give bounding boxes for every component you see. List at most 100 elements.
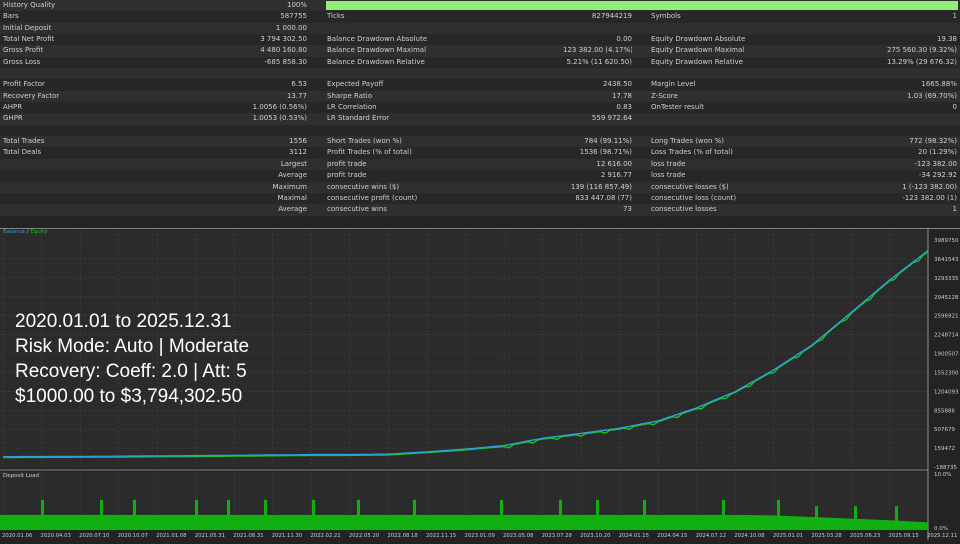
report-value: 1.0053 (0.53%) xyxy=(252,114,307,123)
deposit-load-spike xyxy=(357,499,360,530)
deposit-load-bar xyxy=(242,514,244,530)
deposit-load-bar xyxy=(430,514,432,530)
deposit-load-bar xyxy=(716,514,718,530)
report-value: 6.53 xyxy=(291,80,307,89)
deposit-load-bar xyxy=(334,514,336,530)
deposit-load-bar xyxy=(632,514,634,530)
y-tick-label: 3989750 xyxy=(934,238,959,244)
deposit-load-bar xyxy=(28,514,30,530)
deposit-load-bar xyxy=(548,514,550,530)
deposit-load-bar xyxy=(918,521,920,530)
report-label: consecutive losses ($) xyxy=(651,182,729,191)
report-label xyxy=(0,68,240,79)
deposit-load-bar xyxy=(286,514,288,530)
deposit-load-bar xyxy=(298,514,300,530)
report-label xyxy=(651,125,887,136)
deposit-load-bar xyxy=(768,515,770,530)
deposit-load-bar xyxy=(640,514,642,530)
deposit-load-bar xyxy=(236,514,238,530)
deposit-load-bar xyxy=(578,514,580,530)
deposit-load-bar xyxy=(410,514,412,530)
deposit-load-bar xyxy=(458,514,460,530)
deposit-load-bar xyxy=(756,515,758,530)
x-tick-label: 2023.01.09 xyxy=(465,533,495,539)
deposit-load-bar xyxy=(902,520,904,530)
deposit-load-bar xyxy=(862,519,864,530)
report-value xyxy=(240,125,307,136)
deposit-load-bar xyxy=(118,514,120,530)
report-label: consecutive profit (count) xyxy=(327,193,418,202)
deposit-load-bar xyxy=(260,514,262,530)
deposit-load-bar xyxy=(612,514,614,530)
deposit-load-bar xyxy=(700,514,702,530)
deposit-load-bar xyxy=(68,514,70,530)
report-row xyxy=(0,124,960,137)
report-label: Total Deals xyxy=(3,148,42,157)
deposit-load-bar xyxy=(376,514,378,530)
deposit-load-bar xyxy=(324,514,326,530)
deposit-load-bar xyxy=(546,514,548,530)
deposit-load-bar xyxy=(34,514,36,530)
deposit-load-bar xyxy=(516,514,518,530)
deposit-load-bar xyxy=(96,514,98,530)
deposit-load-bar xyxy=(416,514,418,530)
deposit-load-bar xyxy=(772,515,774,530)
deposit-load-bar xyxy=(796,516,798,530)
deposit-load-bar xyxy=(748,515,750,530)
deposit-load-bar xyxy=(210,514,212,530)
deposit-load-bar xyxy=(824,517,826,530)
report-value: Average xyxy=(278,205,307,214)
deposit-load-bar xyxy=(762,515,764,530)
deposit-load-bar xyxy=(522,514,524,530)
report-value: 772 (98.32%) xyxy=(909,137,957,146)
deposit-load-bar xyxy=(540,514,542,530)
deposit-load-bar xyxy=(252,514,254,530)
deposit-load-bar xyxy=(492,514,494,530)
deposit-load-bar xyxy=(256,514,258,530)
load-tick-label: 0.0% xyxy=(934,526,948,532)
deposit-load-bar xyxy=(806,516,808,530)
deposit-load-bar xyxy=(170,514,172,530)
deposit-load-bar xyxy=(654,514,656,530)
deposit-load-bar xyxy=(838,518,840,530)
x-tick-label: 2021.01.08 xyxy=(156,533,187,539)
deposit-load-bar xyxy=(880,519,882,530)
report-value: 123 382.00 (4.17%) xyxy=(563,46,632,55)
x-tick-label: 2022.02.21 xyxy=(310,533,340,539)
deposit-load-spike xyxy=(596,499,599,530)
deposit-load-spike xyxy=(722,499,725,530)
deposit-load-bar xyxy=(352,514,354,530)
deposit-load-bar xyxy=(282,514,284,530)
deposit-load-bar xyxy=(646,514,648,530)
deposit-load-bar xyxy=(76,514,78,530)
deposit-load-bar xyxy=(884,520,886,530)
deposit-load-bar xyxy=(360,514,362,530)
report-label: Gross Loss xyxy=(3,57,41,66)
deposit-load-bar xyxy=(476,514,478,530)
deposit-load-bar xyxy=(744,515,746,530)
y-tick-label: 3293335 xyxy=(934,276,959,282)
deposit-load-bar xyxy=(466,514,468,530)
deposit-load-bar xyxy=(436,514,438,530)
deposit-load-bar xyxy=(652,514,654,530)
report-row: Maximum consecutive wins ($) 139 (116 857.… xyxy=(0,181,960,193)
deposit-load-bar xyxy=(672,514,674,530)
report-row: Average profit trade 2 916.77 loss trade -34… xyxy=(0,170,960,182)
deposit-load-spike xyxy=(41,499,44,530)
report-label: consecutive losses xyxy=(651,205,717,214)
x-tick-label: 2022.08.18 xyxy=(387,533,418,539)
report-label: Bars xyxy=(3,12,19,21)
report-value: 0 xyxy=(952,103,957,112)
deposit-load-bar xyxy=(104,514,106,530)
deposit-load-bar xyxy=(370,514,372,530)
report-value: 13.29% (29 676.32) xyxy=(887,57,957,66)
deposit-load-bar xyxy=(180,514,182,530)
deposit-load-bar xyxy=(288,514,290,530)
report-label: Total Net Profit xyxy=(3,35,55,44)
